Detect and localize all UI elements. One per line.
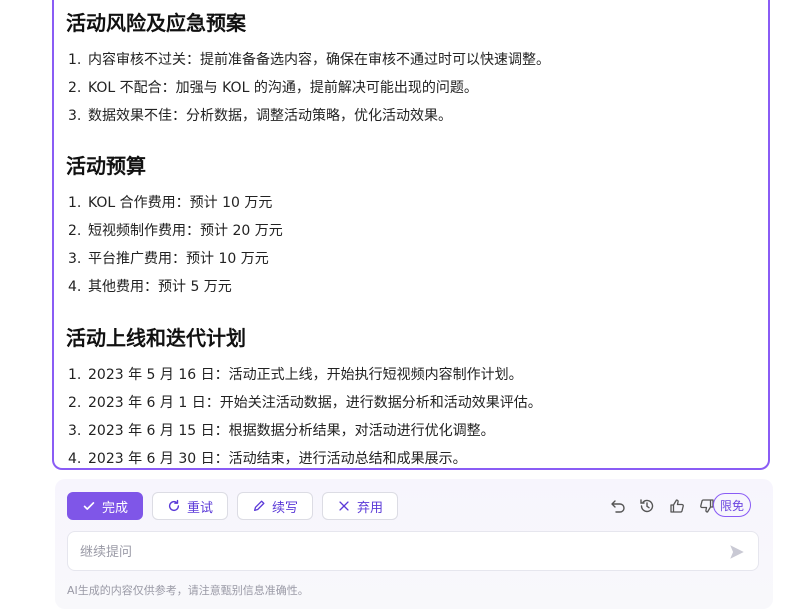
list-item: 1. KOL 合作费用：预计 10 万元 bbox=[68, 195, 273, 211]
history-icon bbox=[640, 499, 654, 513]
retry-button[interactable]: 重试 bbox=[152, 492, 228, 520]
done-button[interactable]: 完成 bbox=[67, 492, 143, 520]
follow-up-input-container bbox=[67, 531, 759, 571]
undo-button[interactable] bbox=[608, 496, 628, 516]
list-item: 2. KOL 不配合：加强与 KOL 的沟通，提前解决可能出现的问题。 bbox=[68, 80, 478, 96]
free-badge[interactable]: 限免 bbox=[713, 493, 751, 517]
list-item: 4. 其他费用：预计 5 万元 bbox=[68, 279, 232, 295]
action-toolbar: 完成 重试 续写 弃用 限免 bbox=[67, 492, 761, 522]
discard-label: 弃用 bbox=[356, 500, 383, 516]
done-label: 完成 bbox=[101, 500, 128, 516]
ai-disclaimer: AI生成的内容仅供参考，请注意甄别信息准确性。 bbox=[67, 584, 309, 597]
list-item: 3. 平台推广费用：预计 10 万元 bbox=[68, 251, 269, 267]
list-item: 1. 内容审核不过关：提前准备备选内容，确保在审核不通过时可以快速调整。 bbox=[68, 52, 550, 68]
section-title-launch-plan: 活动上线和迭代计划 bbox=[66, 326, 246, 350]
continue-writing-button[interactable]: 续写 bbox=[237, 492, 313, 520]
close-icon bbox=[339, 501, 349, 511]
pen-icon bbox=[253, 500, 265, 512]
like-button[interactable] bbox=[667, 496, 687, 516]
refresh-icon bbox=[168, 499, 180, 512]
continue-label: 续写 bbox=[271, 500, 298, 516]
list-item: 2. 短视频制作费用：预计 20 万元 bbox=[68, 223, 283, 239]
generated-document: 活动风险及应急预案 1. 内容审核不过关：提前准备备选内容，确保在审核不通过时可以… bbox=[52, 0, 770, 470]
retry-label: 重试 bbox=[186, 500, 213, 516]
history-button[interactable] bbox=[637, 496, 657, 516]
follow-up-input[interactable] bbox=[78, 540, 702, 564]
discard-button[interactable]: 弃用 bbox=[322, 492, 398, 520]
list-item: 1. 2023 年 5 月 16 日：活动正式上线，开始执行短视频内容制作计划。 bbox=[68, 367, 523, 383]
send-icon bbox=[730, 545, 744, 559]
check-icon bbox=[83, 502, 95, 510]
list-item: 3. 数据效果不佳：分析数据，调整活动策略，优化活动效果。 bbox=[68, 108, 452, 124]
undo-icon bbox=[611, 500, 625, 513]
thumbs-up-icon bbox=[670, 499, 684, 513]
section-title-risk: 活动风险及应急预案 bbox=[66, 11, 246, 35]
list-item: 2. 2023 年 6 月 1 日：开始关注活动数据，进行数据分析和活动效果评估。 bbox=[68, 395, 542, 411]
ai-action-panel: 完成 重试 续写 弃用 限免 AI生 bbox=[55, 479, 773, 609]
list-item: 3. 2023 年 6 月 15 日：根据数据分析结果，对活动进行优化调整。 bbox=[68, 423, 495, 439]
section-title-budget: 活动预算 bbox=[66, 154, 146, 178]
send-button[interactable] bbox=[728, 543, 746, 561]
list-item: 4. 2023 年 6 月 30 日：活动结束，进行活动总结和成果展示。 bbox=[68, 451, 467, 467]
